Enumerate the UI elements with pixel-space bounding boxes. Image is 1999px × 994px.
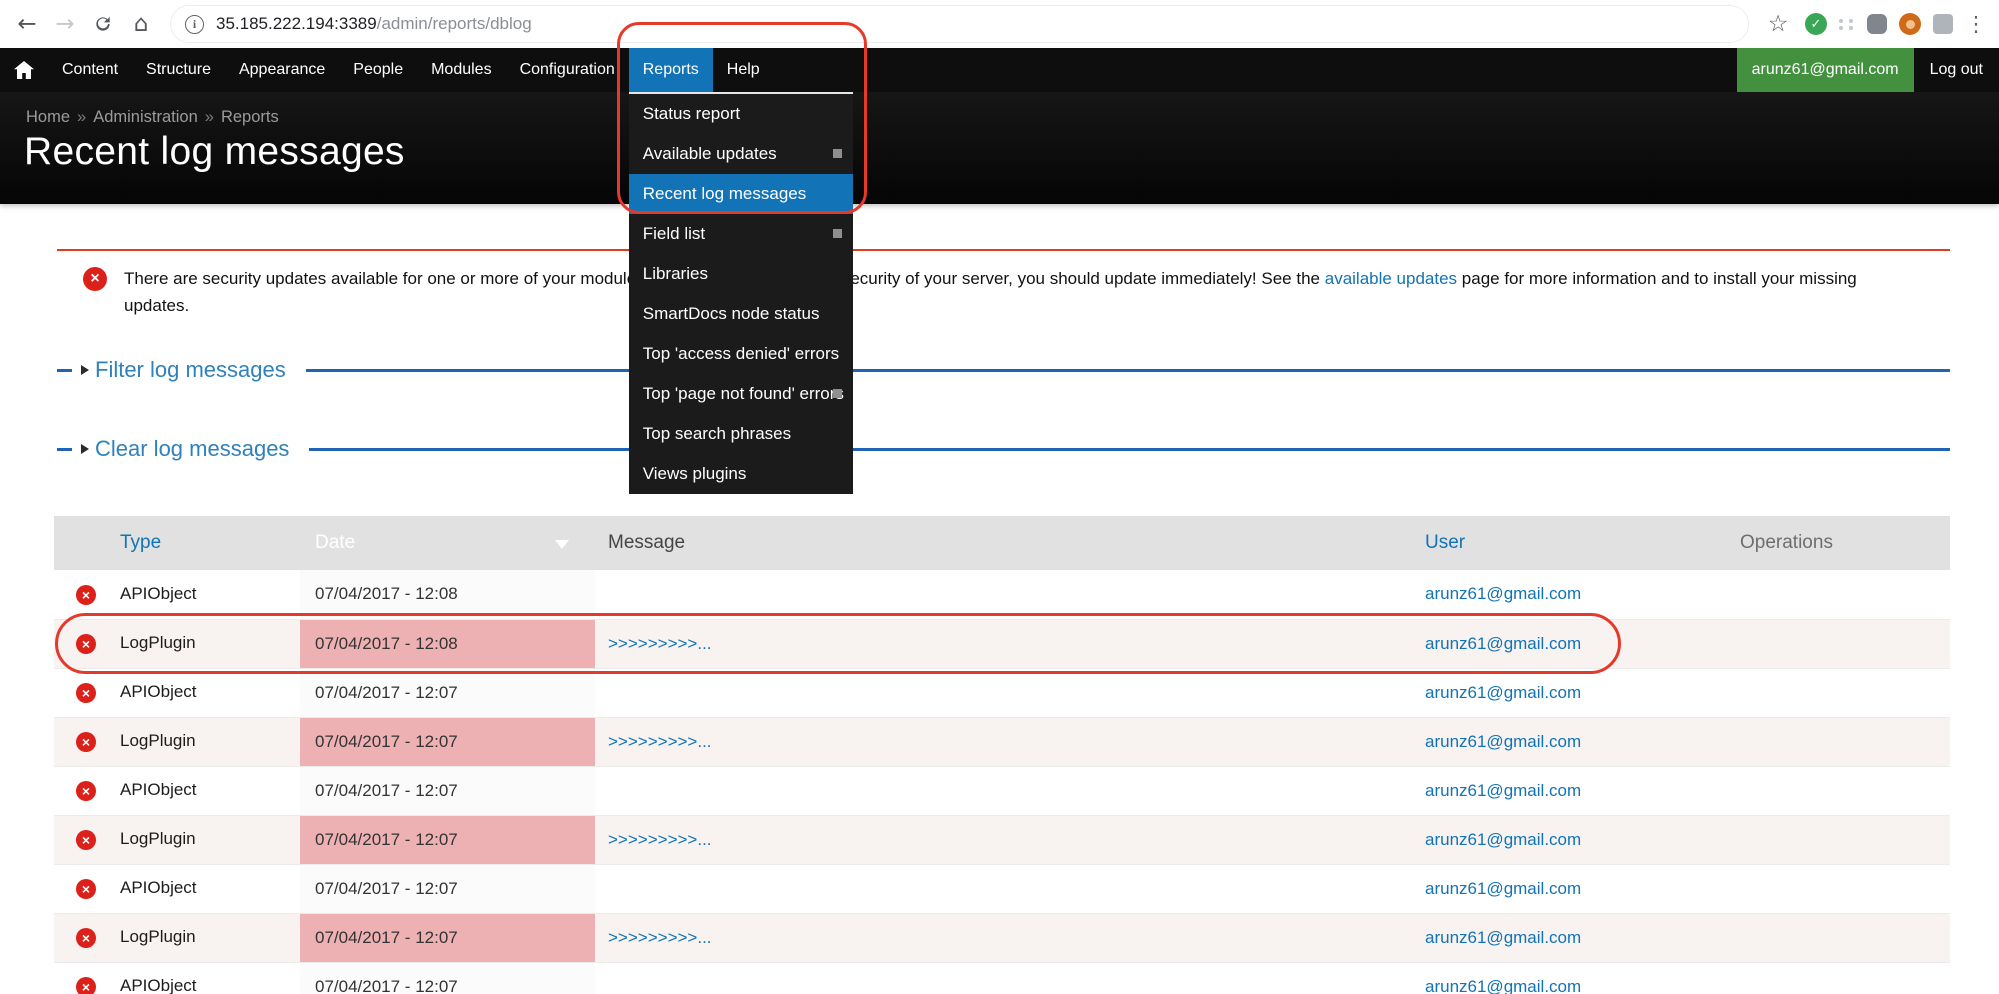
- breadcrumb: Home»Administration»Reports: [26, 108, 279, 127]
- user-link[interactable]: arunz61@gmail.com: [1425, 584, 1581, 603]
- message-link[interactable]: >>>>>>>>>...: [608, 634, 712, 653]
- page-title: Recent log messages: [24, 130, 405, 174]
- toolbar-item-configuration[interactable]: Configuration: [506, 48, 629, 92]
- menu-item-top-access-denied[interactable]: Top 'access denied' errors: [629, 334, 853, 374]
- toolbar-item-help[interactable]: Help: [713, 48, 774, 92]
- breadcrumb-reports: Reports: [221, 108, 279, 126]
- user-link[interactable]: arunz61@gmail.com: [1425, 977, 1581, 994]
- menu-item-libraries[interactable]: Libraries: [629, 254, 853, 294]
- toolbar-item-reports[interactable]: Reports Status report Available updates …: [629, 48, 713, 92]
- menu-badge-icon: [833, 149, 842, 158]
- menu-item-views-plugins[interactable]: Views plugins: [629, 454, 853, 494]
- user-link[interactable]: arunz61@gmail.com: [1425, 732, 1581, 751]
- page-info-icon[interactable]: i: [185, 15, 204, 34]
- toolbar-item-modules[interactable]: Modules: [417, 48, 505, 92]
- url-text: 35.185.222.194:3389/admin/reports/dblog: [216, 14, 532, 34]
- log-row: ×LogPlugin 07/04/2017 - 12:08 >>>>>>>>>.…: [54, 619, 1950, 668]
- breadcrumb-administration-link[interactable]: Administration: [93, 108, 198, 126]
- admin-toolbar: Content Structure Appearance People Modu…: [0, 48, 1999, 92]
- log-table: Type Date Message User Operations ×APIOb…: [54, 516, 1950, 994]
- filter-fieldset: Filter log messages: [57, 351, 1950, 389]
- extension-square-icon[interactable]: [1933, 14, 1953, 34]
- user-link[interactable]: arunz61@gmail.com: [1425, 683, 1581, 702]
- log-row: ×LogPlugin 07/04/2017 - 12:07 >>>>>>>>>.…: [54, 717, 1950, 766]
- log-row: ×LogPlugin 07/04/2017 - 12:07 >>>>>>>>>.…: [54, 913, 1950, 962]
- log-row: ×APIObject 07/04/2017 - 12:07 arunz61@gm…: [54, 864, 1950, 913]
- menu-badge-icon: [833, 389, 842, 398]
- admin-home-icon[interactable]: [0, 48, 48, 92]
- extension-dots-icon[interactable]: [1839, 16, 1855, 32]
- account-email-button[interactable]: arunz61@gmail.com: [1737, 48, 1914, 92]
- logout-button[interactable]: Log out: [1914, 48, 1999, 92]
- user-link[interactable]: arunz61@gmail.com: [1425, 830, 1581, 849]
- extension-orange-icon[interactable]: [1899, 13, 1921, 35]
- operations-header: Operations: [1730, 516, 1950, 570]
- extension-check-icon[interactable]: ✓: [1805, 13, 1827, 35]
- log-row: ×APIObject 07/04/2017 - 12:08 arunz61@gm…: [54, 570, 1950, 619]
- error-icon: ×: [76, 781, 96, 801]
- message-link[interactable]: >>>>>>>>>...: [608, 830, 712, 849]
- log-row: ×LogPlugin 07/04/2017 - 12:07 >>>>>>>>>.…: [54, 815, 1950, 864]
- user-link[interactable]: arunz61@gmail.com: [1425, 781, 1581, 800]
- menu-item-recent-log-messages[interactable]: Recent log messages: [629, 174, 853, 214]
- user-link[interactable]: arunz61@gmail.com: [1425, 634, 1581, 653]
- menu-item-top-search-phrases[interactable]: Top search phrases: [629, 414, 853, 454]
- bookmark-star-icon[interactable]: ☆: [1759, 5, 1797, 43]
- breadcrumb-home-link[interactable]: Home: [26, 108, 70, 126]
- extension-icon[interactable]: [1867, 14, 1887, 34]
- error-icon: ×: [76, 732, 96, 752]
- security-warning-message: × There are security updates available f…: [57, 249, 1950, 319]
- message-link[interactable]: >>>>>>>>>...: [608, 732, 712, 751]
- sort-date-header[interactable]: Date: [300, 516, 595, 570]
- reports-dropdown-menu: Status report Available updates Recent l…: [629, 92, 853, 494]
- error-icon: ×: [76, 830, 96, 850]
- toolbar-item-content[interactable]: Content: [48, 48, 132, 92]
- screen: ← → ⌂ i 35.185.222.194:3389/admin/report…: [0, 0, 1999, 994]
- error-icon: ×: [76, 683, 96, 703]
- sort-desc-icon: [555, 540, 569, 549]
- collapsed-arrow-icon: [81, 444, 89, 454]
- address-bar[interactable]: i 35.185.222.194:3389/admin/reports/dblo…: [170, 5, 1749, 43]
- extension-tray: ✓: [1805, 13, 1953, 35]
- menu-badge-icon: [833, 229, 842, 238]
- menu-item-top-page-not-found[interactable]: Top 'page not found' errors: [629, 374, 853, 414]
- collapsed-arrow-icon: [81, 365, 89, 375]
- log-row: ×APIObject 07/04/2017 - 12:07 arunz61@gm…: [54, 766, 1950, 815]
- back-icon[interactable]: ←: [8, 5, 46, 43]
- log-row: ×APIObject 07/04/2017 - 12:07 arunz61@gm…: [54, 962, 1950, 994]
- error-icon: ×: [76, 585, 96, 605]
- browser-chrome: ← → ⌂ i 35.185.222.194:3389/admin/report…: [0, 0, 1999, 48]
- menu-item-available-updates[interactable]: Available updates: [629, 134, 853, 174]
- browser-home-icon[interactable]: ⌂: [122, 5, 160, 43]
- clear-fieldset: Clear log messages: [57, 430, 1950, 468]
- error-icon: ×: [76, 634, 96, 654]
- page-header: Home»Administration»Reports Recent log m…: [0, 92, 1999, 204]
- menu-item-status-report[interactable]: Status report: [629, 94, 853, 134]
- menu-item-field-list[interactable]: Field list: [629, 214, 853, 254]
- toolbar-item-structure[interactable]: Structure: [132, 48, 225, 92]
- browser-menu-icon[interactable]: ⋮: [1961, 12, 1991, 36]
- message-link[interactable]: >>>>>>>>>...: [608, 928, 712, 947]
- message-header: Message: [595, 516, 1415, 570]
- forward-icon[interactable]: →: [46, 5, 84, 43]
- filter-fieldset-toggle[interactable]: Filter log messages: [72, 351, 306, 389]
- error-icon: ×: [76, 977, 96, 994]
- available-updates-link[interactable]: available updates: [1325, 269, 1457, 288]
- log-row: ×APIObject 07/04/2017 - 12:07 arunz61@gm…: [54, 668, 1950, 717]
- sort-type-link[interactable]: Type: [120, 532, 161, 553]
- user-link[interactable]: arunz61@gmail.com: [1425, 879, 1581, 898]
- error-icon: ×: [76, 928, 96, 948]
- toolbar-item-people[interactable]: People: [339, 48, 417, 92]
- reload-icon[interactable]: [84, 5, 122, 43]
- error-icon: ×: [83, 267, 107, 291]
- sort-user-link[interactable]: User: [1425, 532, 1465, 553]
- error-icon: ×: [76, 879, 96, 899]
- menu-item-smartdocs-node-status[interactable]: SmartDocs node status: [629, 294, 853, 334]
- toolbar-item-appearance[interactable]: Appearance: [225, 48, 339, 92]
- clear-fieldset-toggle[interactable]: Clear log messages: [72, 430, 309, 468]
- user-link[interactable]: arunz61@gmail.com: [1425, 928, 1581, 947]
